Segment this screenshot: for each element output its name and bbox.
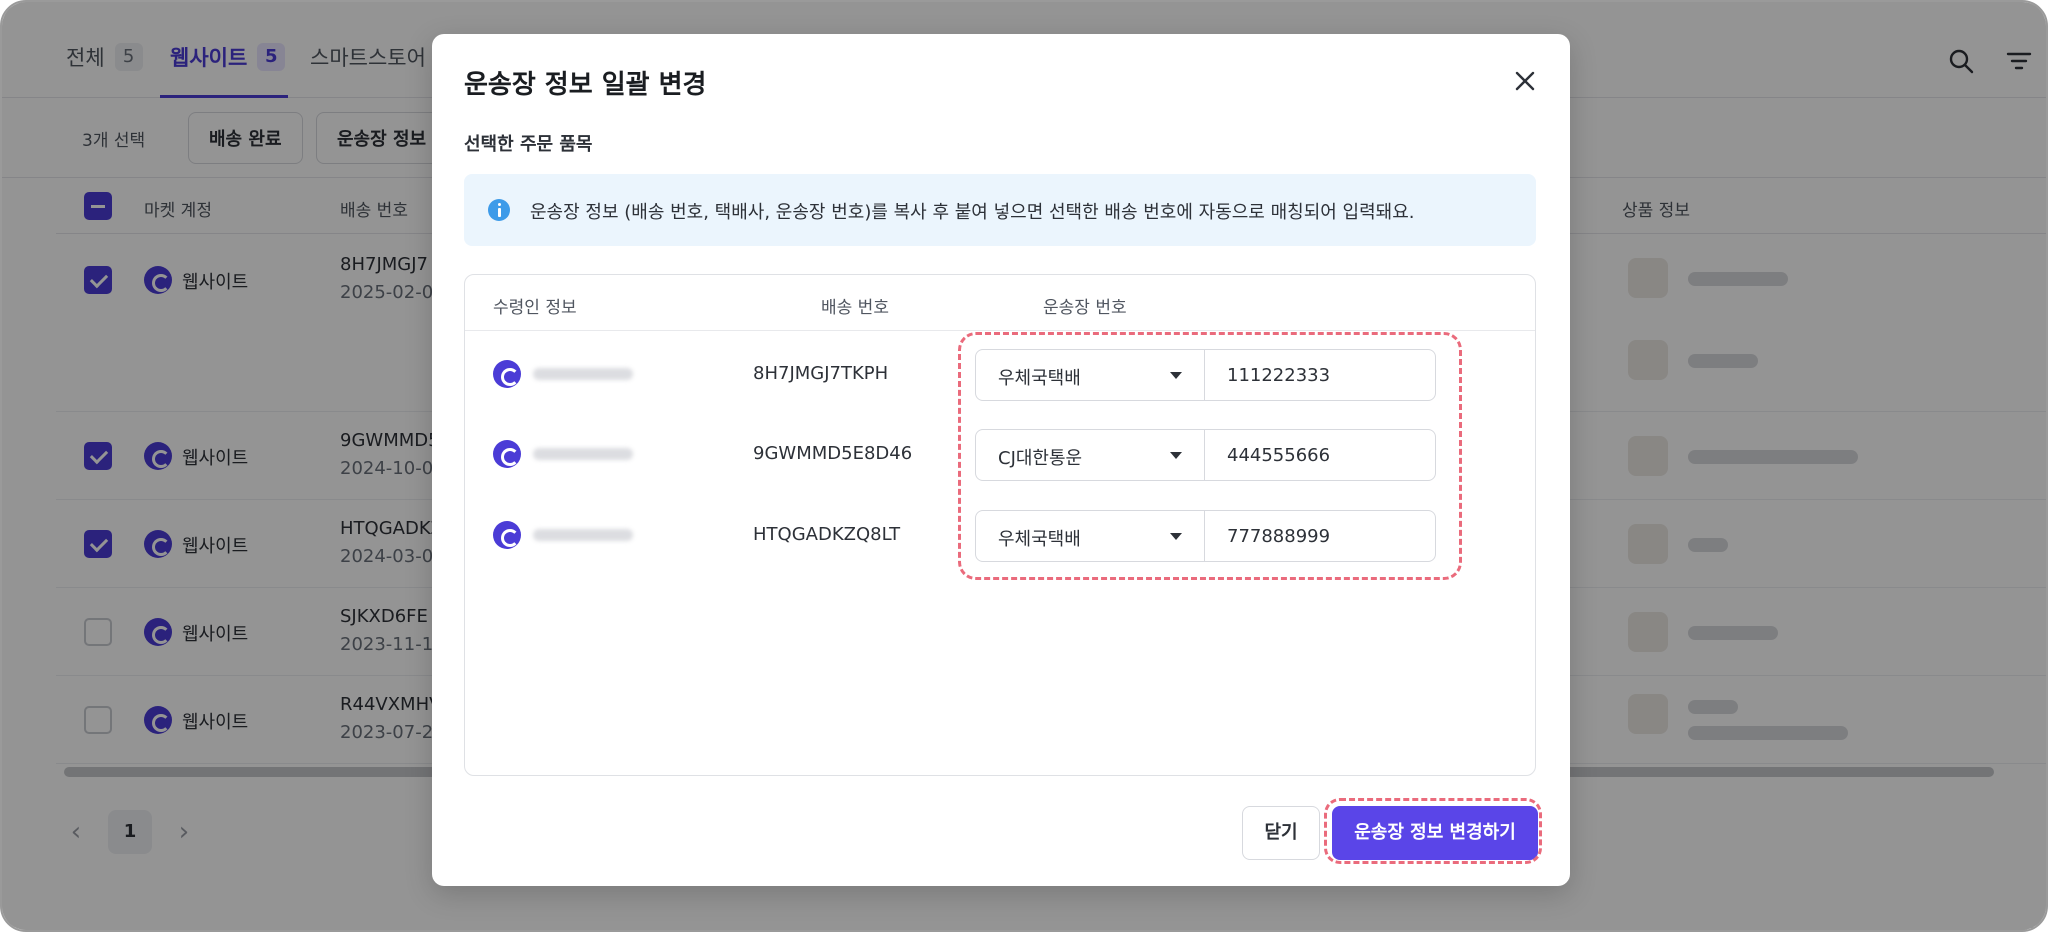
item-ship-no: 8H7JMGJ7TKPH (753, 363, 889, 384)
market-logo-icon (493, 360, 521, 388)
modal-title: 운송장 정보 일괄 변경 (464, 70, 707, 100)
info-text: 운송장 정보 (배송 번호, 택배사, 운송장 번호)를 복사 후 붙여 넣으면… (530, 202, 1415, 223)
selected-items-header: 수령인 정보 배송 번호 운송장 번호 (465, 275, 1535, 331)
header-tracking: 운송장 번호 (1043, 298, 1127, 318)
blurred-recipient (533, 529, 633, 541)
header-ship-no: 배송 번호 (821, 298, 889, 318)
item-ship-no: 9GWMMD5E8D46 (753, 443, 913, 464)
submit-button-highlight (1324, 798, 1542, 864)
info-icon (488, 199, 510, 221)
info-banner: 운송장 정보 (배송 번호, 택배사, 운송장 번호)를 복사 후 붙여 넣으면… (464, 174, 1536, 246)
header-recipient: 수령인 정보 (493, 298, 577, 318)
item-ship-no: HTQGADKZQ8LT (753, 524, 901, 545)
market-logo-icon (493, 521, 521, 549)
market-logo-icon (493, 440, 521, 468)
blurred-recipient (533, 368, 633, 380)
tracking-inputs-highlight (958, 332, 1462, 580)
close-button[interactable]: 닫기 (1242, 806, 1320, 860)
app-window: 전체 5 웹사이트 5 스마트스토어 3개 선택 배송 완료 운송장 정보 마켓… (0, 0, 2048, 932)
section-label: 선택한 주문 품목 (464, 134, 593, 155)
close-icon[interactable] (1508, 64, 1542, 98)
blurred-recipient (533, 448, 633, 460)
